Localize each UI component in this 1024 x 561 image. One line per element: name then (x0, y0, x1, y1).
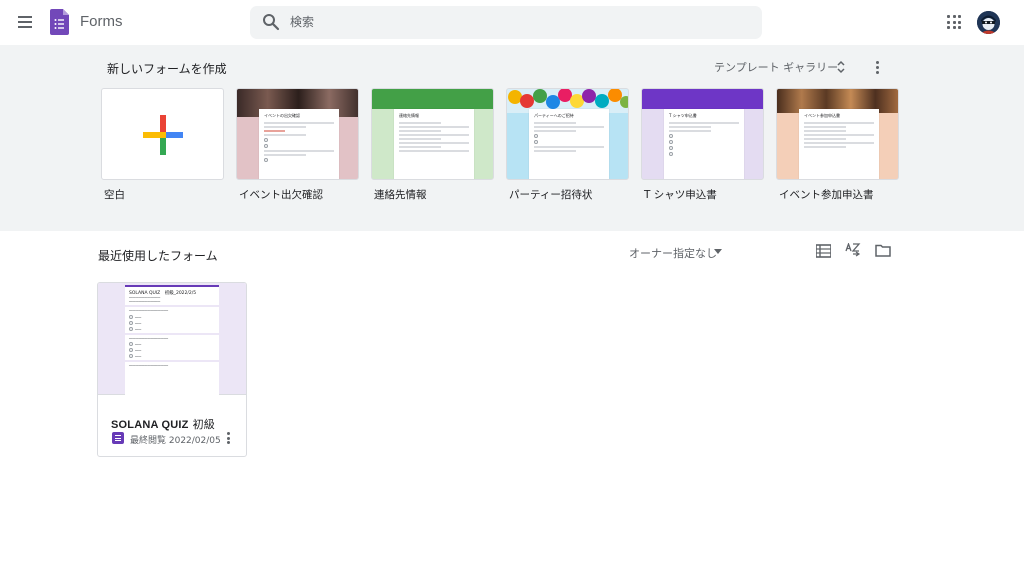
template-header-image (372, 89, 493, 109)
forms-file-icon (112, 432, 124, 444)
template-label: 連絡先情報 (374, 189, 427, 201)
template-label: 空白 (104, 189, 125, 201)
template-event-rsvp[interactable]: イベントの出欠確認 (236, 88, 359, 180)
form-thumbnail-preview: SOLANA QUIZ 初級_2022/2/5 ━━━━━━━━━━━━━━━━… (125, 285, 219, 395)
sort-az-icon[interactable] (845, 243, 861, 259)
more-vert-icon[interactable] (870, 59, 886, 75)
search-icon[interactable] (262, 13, 280, 31)
template-label: イベント参加申込書 (779, 189, 874, 201)
top-app-bar: Forms (0, 0, 1024, 45)
template-label: T シャツ申込書 (644, 189, 717, 201)
template-header-image (642, 89, 763, 109)
template-contact-info[interactable]: 連絡先情報 (371, 88, 494, 180)
apps-grid-icon[interactable] (945, 13, 963, 31)
search-input[interactable] (290, 12, 730, 32)
template-event-registration[interactable]: イベント参加申込書 (776, 88, 899, 180)
forms-logo-icon[interactable] (50, 9, 69, 35)
form-thumbnail: SOLANA QUIZ 初級_2022/2/5 ━━━━━━━━━━━━━━━━… (98, 283, 246, 395)
app-name[interactable]: Forms (80, 13, 123, 30)
owner-filter-dropdown[interactable]: オーナー指定なし (629, 245, 717, 261)
template-gallery-button[interactable]: テンプレート ギャラリー (714, 59, 838, 75)
template-preview: パーティーへのご招待 (529, 109, 609, 179)
list-view-icon[interactable] (816, 244, 831, 258)
template-preview: イベント参加申込書 (799, 109, 879, 179)
template-preview: T シャツ申込書 (664, 109, 744, 179)
last-opened-text: 最終閲覧 2022/02/05 (130, 436, 221, 446)
recent-form-card[interactable]: SOLANA QUIZ 初級_2022/2/5 ━━━━━━━━━━━━━━━━… (97, 282, 247, 457)
template-blank[interactable] (101, 88, 224, 180)
template-tshirt-signup[interactable]: T シャツ申込書 (641, 88, 764, 180)
account-avatar[interactable] (977, 11, 1000, 34)
template-preview: イベントの出欠確認 (259, 109, 339, 179)
template-section: 新しいフォームを作成 テンプレート ギャラリー 空白 イベントの出欠確認 イベン… (0, 45, 1024, 231)
template-section-heading: 新しいフォームを作成 (107, 62, 227, 76)
more-vert-icon[interactable] (224, 431, 234, 445)
form-title: SOLANA QUIZ 初級 (111, 418, 215, 431)
template-party-invite[interactable]: パーティーへのご招待 (506, 88, 629, 180)
folder-icon[interactable] (875, 244, 891, 257)
template-label: イベント出欠確認 (239, 189, 323, 201)
unfold-icon[interactable] (835, 59, 847, 75)
main-menu-icon[interactable] (13, 10, 37, 34)
template-label: パーティー招待状 (509, 189, 593, 201)
dropdown-caret-icon[interactable] (714, 249, 722, 255)
plus-icon (143, 115, 183, 155)
recent-forms-heading: 最近使用したフォーム (98, 249, 218, 263)
template-preview: 連絡先情報 (394, 109, 474, 179)
